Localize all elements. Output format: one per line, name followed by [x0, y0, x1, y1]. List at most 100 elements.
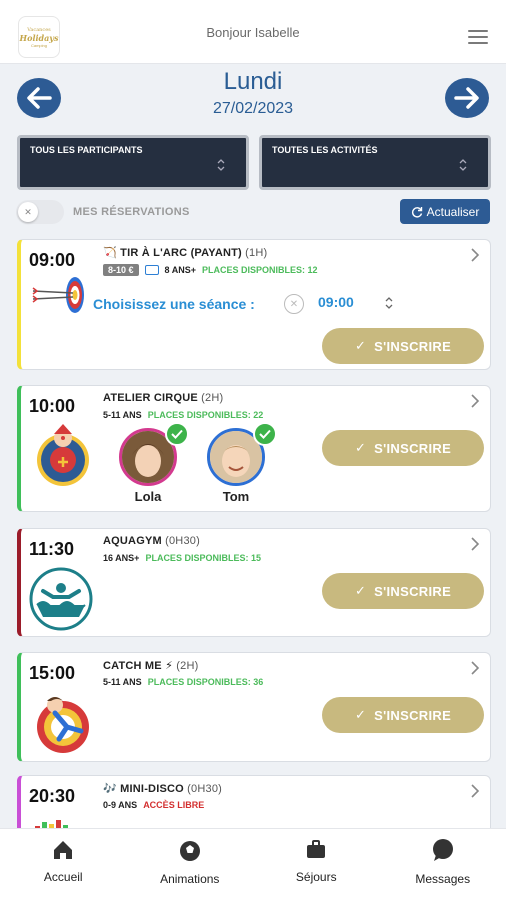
activity-card-aquagym[interactable]: 11:30 AQUAGYM (0H30) 16 ANS+ PLACES DISP…	[17, 528, 491, 637]
activity-name: CATCH ME ⚡	[103, 660, 174, 672]
tab-animations[interactable]: Animations	[127, 829, 254, 900]
next-day-button[interactable]	[445, 78, 489, 118]
availability: PLACES DISPONIBLES: 15	[145, 553, 261, 563]
signup-label: S'INSCRIRE	[374, 440, 452, 456]
price-badge: 8-10 €	[103, 264, 139, 276]
bottom-navigation: Accueil Animations Séjours Messages	[0, 828, 506, 900]
refresh-icon	[411, 206, 422, 217]
greeting-text: Bonjour Isabelle	[206, 25, 300, 40]
activity-time: 11:30	[29, 539, 75, 559]
chevron-right-icon[interactable]	[470, 661, 480, 675]
check-icon: ✓	[354, 440, 367, 455]
check-icon	[253, 422, 277, 446]
activities-filter-select[interactable]: TOUTES LES ACTIVITÉS	[259, 135, 491, 190]
updown-chevron-icon	[217, 159, 225, 171]
activity-duration: (0H30)	[187, 783, 222, 795]
refresh-button[interactable]: Actualiser	[400, 199, 490, 224]
suitcase-icon	[307, 840, 326, 858]
activities-filter-label: TOUTES LES ACTIVITÉS	[272, 145, 378, 155]
activity-duration: (2H)	[176, 660, 199, 672]
activity-duration: (0H30)	[165, 535, 200, 547]
activity-time: 15:00	[29, 663, 76, 683]
activity-meta: 0-9 ANS ACCÈS LIBRE	[103, 800, 204, 810]
signup-label: S'INSCRIRE	[374, 338, 452, 354]
participant-name: Tom	[222, 489, 250, 504]
activity-meta: 8-10 € 8 ANS+ PLACES DISPONIBLES: 12	[103, 264, 318, 276]
activity-duration: (2H)	[201, 392, 224, 404]
day-title: Lundi	[223, 68, 283, 95]
activity-duration: (1H)	[245, 247, 268, 259]
activity-title: AQUAGYM (0H30)	[103, 535, 200, 547]
ball-icon	[179, 841, 200, 861]
free-access: ACCÈS LIBRE	[143, 800, 205, 810]
availability: PLACES DISPONIBLES: 22	[147, 410, 264, 420]
tab-messages[interactable]: Messages	[380, 829, 506, 900]
age-range: 5-11 ANS	[103, 410, 142, 420]
hamburger-menu-icon[interactable]	[468, 30, 488, 44]
activity-card-circus[interactable]: 10:00 ATELIER CIRQUE (2H) 5-11 ANS PLACE…	[17, 385, 491, 512]
archery-target-icon	[32, 277, 84, 313]
updown-chevron-icon	[459, 159, 467, 171]
tab-label: Séjours	[295, 870, 337, 884]
signup-label: S'INSCRIRE	[374, 583, 452, 599]
signup-button[interactable]: ✓ S'INSCRIRE	[322, 328, 484, 364]
chat-icon	[432, 839, 453, 861]
participant-tom[interactable]: Tom	[207, 422, 277, 504]
payment-card-icon	[144, 265, 159, 275]
session-label: Choisissez une séance :	[93, 296, 255, 312]
activity-time: 09:00	[29, 250, 76, 270]
activity-title: 🏹 TIR À L'ARC (PAYANT) (1H)	[103, 246, 267, 259]
arrow-right-icon	[454, 87, 479, 109]
age-range: 16 ANS+	[103, 553, 140, 563]
my-reservations-toggle[interactable]: ✕	[16, 200, 64, 224]
clear-session-icon[interactable]: ✕	[284, 294, 304, 314]
tab-label: Animations	[160, 872, 220, 886]
swimmer-icon	[29, 567, 93, 631]
my-reservations-label: MES RÉSERVATIONS	[73, 206, 190, 218]
participant-lola[interactable]: Lola	[119, 422, 189, 504]
activity-time: 10:00	[29, 396, 76, 416]
signup-label: S'INSCRIRE	[374, 707, 452, 723]
running-kid-icon	[37, 697, 89, 753]
check-icon: ✓	[354, 338, 367, 353]
participant-name: Lola	[134, 489, 162, 504]
activity-title: CATCH ME ⚡ (2H)	[103, 659, 198, 672]
activity-meta: 5-11 ANS PLACES DISPONIBLES: 36	[103, 677, 263, 687]
age-range: 0-9 ANS	[103, 800, 138, 810]
availability: PLACES DISPONIBLES: 36	[147, 677, 264, 687]
activity-card-archery[interactable]: 09:00 🏹 TIR À L'ARC (PAYANT) (1H) 8-10 €…	[17, 239, 491, 370]
tab-accueil[interactable]: Accueil	[0, 829, 127, 900]
logo-line-3: Camping	[30, 42, 47, 48]
activity-card-catch-me[interactable]: 15:00 CATCH ME ⚡ (2H) 5-11 ANS PLACES DI…	[17, 652, 491, 762]
activity-name: AQUAGYM	[103, 535, 162, 547]
tab-label: Accueil	[43, 870, 83, 884]
chevron-right-icon[interactable]	[470, 537, 480, 551]
signup-button[interactable]: ✓ S'INSCRIRE	[322, 697, 484, 733]
tab-sejours[interactable]: Séjours	[253, 829, 380, 900]
top-bar: Vacances Holidays Camping Bonjour Isabel…	[0, 0, 506, 64]
chevron-right-icon[interactable]	[470, 394, 480, 408]
activity-name: MINI-DISCO	[120, 783, 184, 795]
day-date: 27/02/2023	[212, 100, 294, 117]
participants-filter-select[interactable]: TOUS LES PARTICIPANTS	[17, 135, 249, 190]
chevron-right-icon[interactable]	[470, 784, 480, 798]
close-icon: ✕	[18, 202, 38, 222]
activity-time: 20:30	[29, 786, 76, 806]
bow-emoji-icon: 🏹	[103, 247, 117, 259]
activity-name: ATELIER CIRQUE	[103, 392, 198, 404]
age-range: 8 ANS+	[164, 265, 196, 275]
session-time: 09:00	[318, 294, 354, 310]
availability: PLACES DISPONIBLES: 12	[201, 265, 318, 275]
activity-meta: 5-11 ANS PLACES DISPONIBLES: 22	[103, 410, 263, 420]
check-icon: ✓	[354, 707, 367, 722]
signup-button[interactable]: ✓ S'INSCRIRE	[322, 430, 484, 466]
updown-chevron-icon[interactable]	[384, 296, 394, 310]
activity-title: 🎶 MINI-DISCO (0H30)	[103, 782, 222, 795]
check-icon	[165, 422, 189, 446]
activity-meta: 16 ANS+ PLACES DISPONIBLES: 15	[103, 553, 261, 563]
check-icon: ✓	[354, 583, 367, 598]
chevron-right-icon[interactable]	[470, 248, 480, 262]
signup-button[interactable]: ✓ S'INSCRIRE	[322, 573, 484, 609]
age-range: 5-11 ANS	[103, 677, 142, 687]
tab-label: Messages	[415, 872, 471, 886]
